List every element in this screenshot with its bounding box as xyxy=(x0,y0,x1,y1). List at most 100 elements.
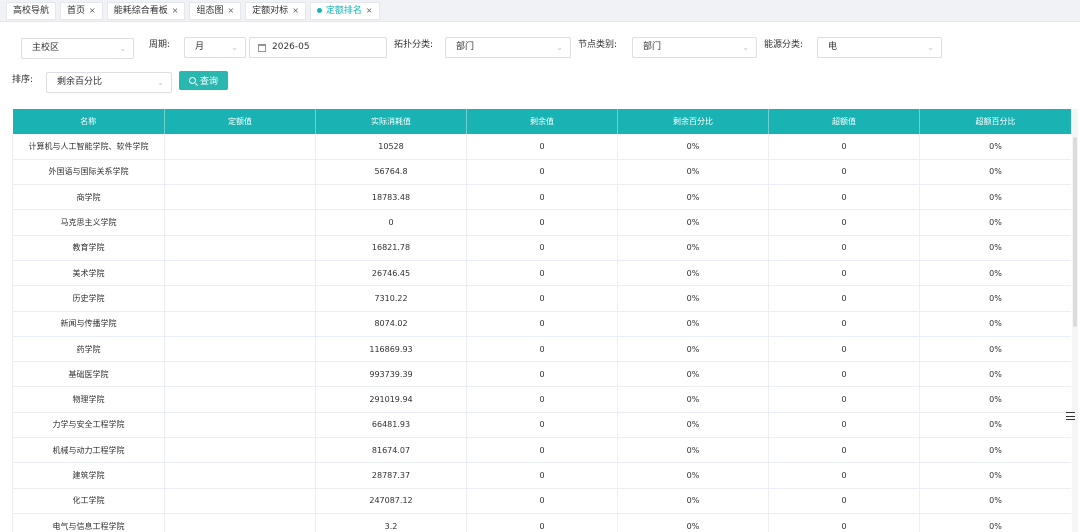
table-row[interactable]: 美术学院 26746.45 0 0% 0 0% xyxy=(12,260,1071,287)
column-header[interactable]: 名称 xyxy=(12,109,165,134)
table-row[interactable]: 化工学院 247087.12 0 0% 0 0% xyxy=(12,488,1071,514)
table-cell: 0 xyxy=(768,361,920,388)
scrollbar-thumb[interactable] xyxy=(1073,137,1077,327)
period-select-value: 月 xyxy=(195,42,205,52)
table-cell: 建筑学院 xyxy=(12,462,165,489)
close-icon[interactable]: × xyxy=(89,2,96,20)
table-cell xyxy=(164,311,316,337)
table-row[interactable]: 建筑学院 28787.37 0 0% 0 0% xyxy=(12,462,1071,489)
table-cell xyxy=(164,134,316,160)
table-cell: 18783.48 xyxy=(315,184,467,211)
table-cell: 0 xyxy=(768,134,920,160)
tab-4[interactable]: 定额对标 × xyxy=(245,1,306,20)
table-cell: 0% xyxy=(919,437,1071,464)
table-cell: 0% xyxy=(919,462,1071,489)
table-cell: 0% xyxy=(617,437,769,464)
table-row[interactable]: 基础医学院 993739.39 0 0% 0 0% xyxy=(12,361,1071,388)
query-button-label: 查询 xyxy=(199,77,218,87)
column-header[interactable]: 超额值 xyxy=(768,109,920,134)
table-cell: 0 xyxy=(768,513,920,532)
tab-1[interactable]: 首页 × xyxy=(60,1,103,20)
table-cell xyxy=(164,513,316,532)
table-cell xyxy=(164,285,316,312)
close-icon[interactable]: × xyxy=(366,2,373,20)
table-cell: 0 xyxy=(466,311,618,337)
column-header[interactable]: 剩余百分比 xyxy=(617,109,769,134)
table-row[interactable]: 电气与信息工程学院 3.2 0 0% 0 0% xyxy=(12,513,1071,532)
table-cell xyxy=(164,412,316,439)
table-cell xyxy=(164,437,316,464)
table-cell: 0% xyxy=(617,311,769,337)
sort-select[interactable]: 剩余百分比 ⌄ xyxy=(46,72,172,93)
table-cell xyxy=(164,235,316,261)
table-cell: 0 xyxy=(768,209,920,236)
tab-label: 定额排名 xyxy=(325,5,362,16)
tab-label: 首页 xyxy=(67,5,86,16)
column-header[interactable]: 实际消耗值 xyxy=(315,109,467,134)
table-cell: 计算机与人工智能学院、软件学院 xyxy=(12,134,165,160)
table-cell: 0 xyxy=(768,285,920,312)
table-cell: 0% xyxy=(617,285,769,312)
column-header[interactable]: 剩余值 xyxy=(466,109,618,134)
table-cell: 0 xyxy=(466,488,618,514)
period-select[interactable]: 月 ⌄ xyxy=(184,37,246,58)
table-row[interactable]: 物理学院 291019.94 0 0% 0 0% xyxy=(12,386,1071,413)
table-cell: 56764.8 xyxy=(315,159,467,186)
table-scrollbar[interactable] xyxy=(1072,109,1078,532)
table-cell: 新闻与传播学院 xyxy=(12,311,165,337)
table-cell xyxy=(164,184,316,211)
table-cell: 28787.37 xyxy=(315,462,467,489)
table-cell: 0 xyxy=(466,462,618,489)
table-cell: 0 xyxy=(768,462,920,489)
table-row[interactable]: 商学院 18783.48 0 0% 0 0% xyxy=(12,184,1071,211)
date-picker[interactable]: 2026-05 xyxy=(249,37,387,58)
column-header[interactable]: 超额百分比 xyxy=(919,109,1071,134)
tab-2[interactable]: 能耗综合看板 × xyxy=(106,1,186,20)
table-cell xyxy=(164,260,316,287)
table-row[interactable]: 药学院 116869.93 0 0% 0 0% xyxy=(12,336,1071,363)
table-row[interactable]: 新闻与传播学院 8074.02 0 0% 0 0% xyxy=(12,311,1071,337)
tab-3[interactable]: 组态图 × xyxy=(189,1,242,20)
table-row[interactable]: 力学与安全工程学院 66481.93 0 0% 0 0% xyxy=(12,412,1071,439)
table-cell: 0 xyxy=(315,209,467,236)
table-row[interactable]: 教育学院 16821.78 0 0% 0 0% xyxy=(12,235,1071,261)
table-cell: 0% xyxy=(617,235,769,261)
node-category-select[interactable]: 部门 ⌄ xyxy=(632,37,757,58)
tab-bar: 高校导航 首页 × 能耗综合看板 × 组态图 × 定额对标 × 定额排名 × xyxy=(0,0,1080,22)
table-cell: 0% xyxy=(617,462,769,489)
query-button[interactable]: 查询 xyxy=(179,71,228,90)
table-cell: 0% xyxy=(919,386,1071,413)
tab-0[interactable]: 高校导航 xyxy=(6,1,57,20)
table-cell: 0 xyxy=(768,311,920,337)
topology-select[interactable]: 部门 ⌄ xyxy=(445,37,571,58)
energy-category-select[interactable]: 电 ⌄ xyxy=(817,37,942,58)
campus-select[interactable]: 主校区 ⌄ xyxy=(21,38,134,59)
sliders-icon[interactable] xyxy=(1065,410,1077,422)
tab-label: 能耗综合看板 xyxy=(113,5,168,16)
table-cell xyxy=(164,386,316,413)
table-cell: 0 xyxy=(466,134,618,160)
close-icon[interactable]: × xyxy=(227,2,234,20)
table-row[interactable]: 计算机与人工智能学院、软件学院 10528 0 0% 0 0% xyxy=(12,134,1071,160)
table-cell: 0 xyxy=(768,412,920,439)
column-header[interactable]: 定额值 xyxy=(164,109,316,134)
table-cell: 0% xyxy=(617,361,769,388)
table-cell: 81674.07 xyxy=(315,437,467,464)
table-row[interactable]: 外国语与国际关系学院 56764.8 0 0% 0 0% xyxy=(12,159,1071,186)
table-cell: 0% xyxy=(617,184,769,211)
table-row[interactable]: 马克思主义学院 0 0 0% 0 0% xyxy=(12,209,1071,236)
table-cell: 0% xyxy=(617,412,769,439)
table-cell: 0 xyxy=(466,513,618,532)
close-icon[interactable]: × xyxy=(292,2,299,20)
table-cell: 美术学院 xyxy=(12,260,165,287)
table-cell: 291019.94 xyxy=(315,386,467,413)
node-category-label: 节点类别: xyxy=(578,40,618,50)
date-picker-value: 2026-05 xyxy=(272,42,310,52)
table-row[interactable]: 历史学院 7310.22 0 0% 0 0% xyxy=(12,285,1071,312)
tab-5[interactable]: 定额排名 × xyxy=(309,1,380,20)
chevron-down-icon: ⌄ xyxy=(119,44,126,53)
table-row[interactable]: 机械与动力工程学院 81674.07 0 0% 0 0% xyxy=(12,437,1071,464)
sort-label: 排序: xyxy=(12,75,34,85)
close-icon[interactable]: × xyxy=(172,2,179,20)
table-cell: 0% xyxy=(617,260,769,287)
